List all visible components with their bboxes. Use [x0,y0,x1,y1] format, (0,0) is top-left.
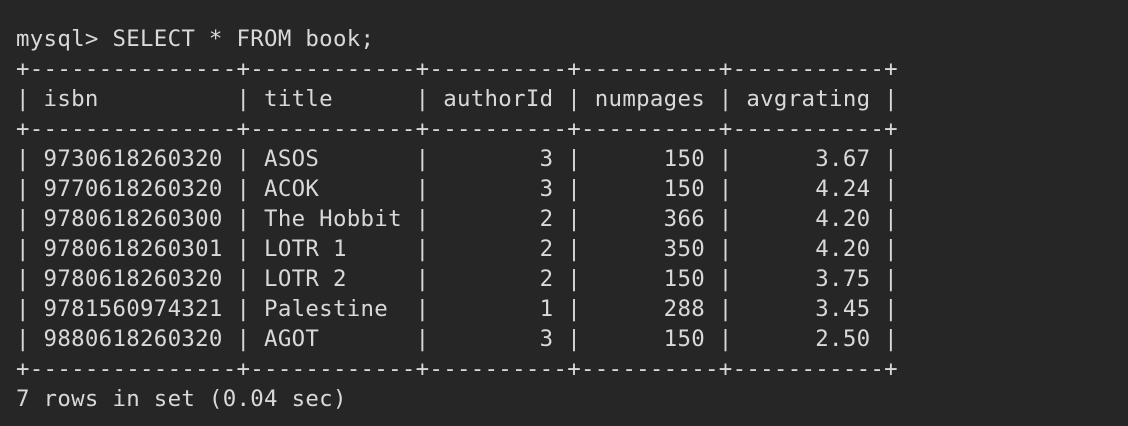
table-row: | 9770618260320 | ACOK | 3 | 150 | 4.24 … [16,176,898,202]
table-row: | 9780618260320 | LOTR 2 | 2 | 150 | 3.7… [16,266,898,292]
command-prompt: mysql> SELECT * FROM book; [16,26,375,52]
terminal-window[interactable]: mysql> SELECT * FROM book; +------------… [0,0,1128,426]
table-row: | 9780618260300 | The Hobbit | 2 | 366 |… [16,206,898,232]
table-row: | 9781560974321 | Palestine | 1 | 288 | … [16,296,898,322]
result-summary: 7 rows in set (0.04 sec) [16,386,347,412]
table-border-top: +---------------+------------+----------… [16,56,898,82]
table-header: | isbn | title | authorId | numpages | a… [16,86,898,112]
table-border-bottom: +---------------+------------+----------… [16,356,898,382]
table-border-header: +---------------+------------+----------… [16,116,898,142]
table-row: | 9780618260301 | LOTR 1 | 2 | 350 | 4.2… [16,236,898,262]
table-row: | 9730618260320 | ASOS | 3 | 150 | 3.67 … [16,146,898,172]
table-row: | 9880618260320 | AGOT | 3 | 150 | 2.50 … [16,326,898,352]
